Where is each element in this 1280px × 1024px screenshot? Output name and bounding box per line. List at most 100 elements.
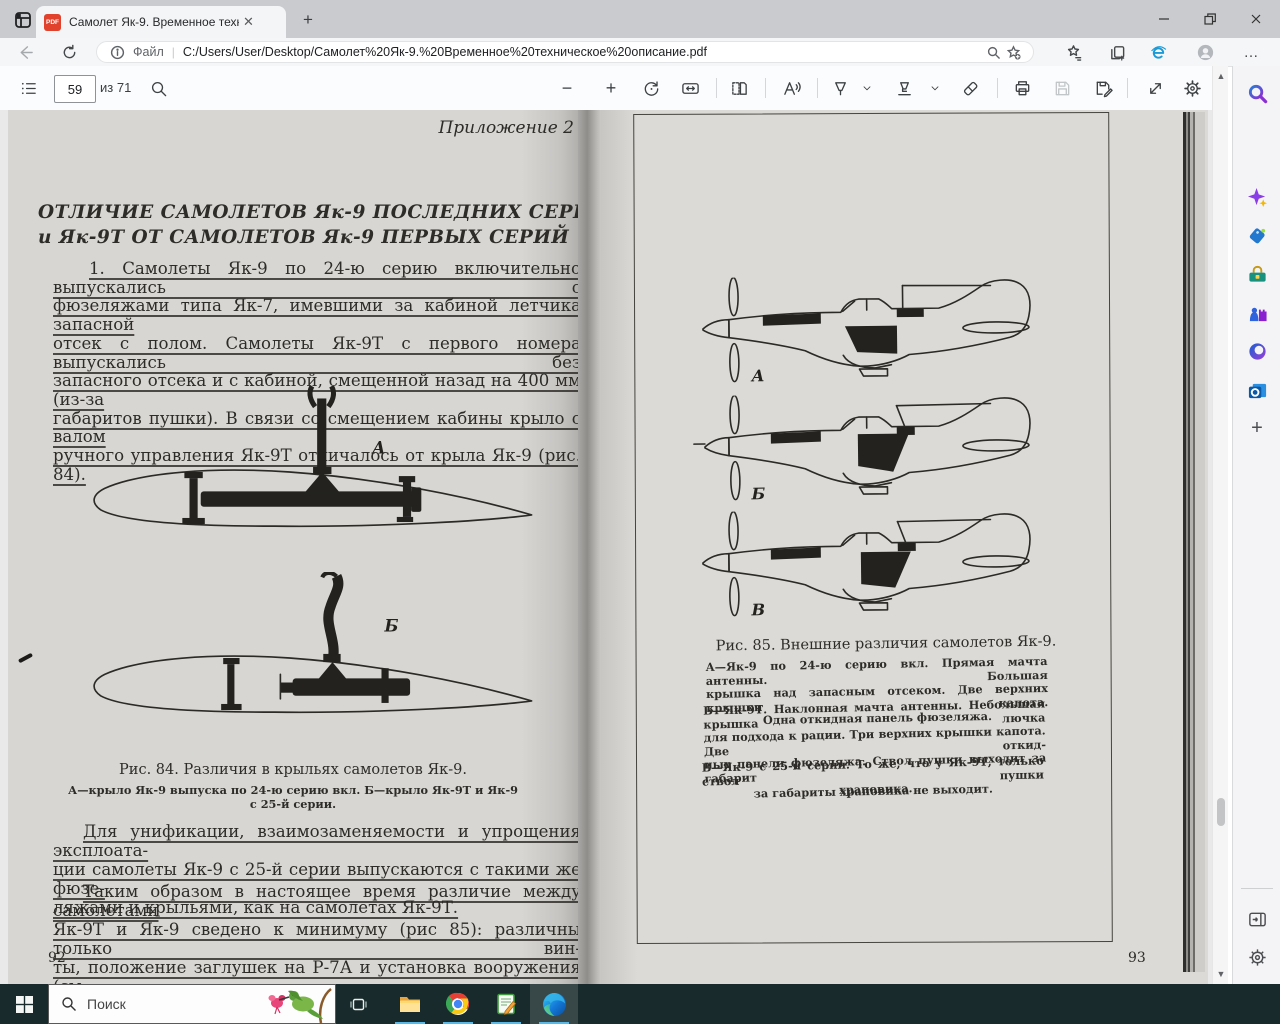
rotate-button[interactable] (637, 74, 665, 102)
task-view-button[interactable] (336, 984, 380, 1024)
close-icon (1251, 14, 1261, 24)
pdf-canvas: Приложение 2 ОТЛИЧИЕ САМОЛЕТОВ Як-9 ПОСЛ… (0, 110, 1212, 984)
pdf-search-button[interactable] (144, 74, 172, 102)
highlight-button[interactable] (890, 74, 918, 102)
taskbar-edge-button[interactable] (530, 984, 578, 1024)
fit-width-icon (681, 82, 699, 94)
read-aloud-icon (783, 81, 801, 95)
window-close-button[interactable] (1233, 0, 1279, 38)
page-info-button[interactable] (107, 42, 127, 62)
avatar (1197, 44, 1213, 60)
sidebar-divider (1241, 888, 1273, 889)
tab-close-icon[interactable]: ✕ (243, 14, 254, 30)
refresh-button[interactable] (58, 41, 80, 63)
new-tab-button[interactable]: + (296, 8, 320, 32)
sidebar-customize-button[interactable]: + (1246, 417, 1268, 439)
highlight-options-button[interactable] (924, 74, 946, 102)
draw-options-button[interactable] (856, 74, 878, 102)
scroll-up-arrow[interactable]: ▲ (1215, 70, 1227, 82)
browser-titlebar: PDF Самолет Як-9. Временное техни ✕ + (0, 0, 1280, 38)
figure-85-aircraft-b: Б (693, 394, 1031, 503)
scroll-down-arrow[interactable]: ▼ (1215, 968, 1227, 980)
page-view-button[interactable] (725, 74, 753, 102)
taskbar-file-explorer-button[interactable] (386, 984, 434, 1024)
sidebar-office-button[interactable] (1246, 340, 1268, 362)
browser-navbar: Файл | C:/Users/User/Desktop/Самолет%20Я… (0, 38, 1280, 67)
taskbar-document-app-button[interactable] (482, 984, 530, 1024)
toc-button[interactable] (14, 74, 42, 102)
taskbar-chrome-button[interactable] (434, 984, 482, 1024)
save-as-icon (1096, 81, 1113, 97)
browser-tab[interactable]: PDF Самолет Як-9. Временное техни ✕ (36, 6, 286, 38)
table-of-contents-icon (21, 82, 36, 94)
back-button[interactable] (14, 41, 36, 63)
toolbar-separator (765, 78, 766, 98)
hide-sidebar-icon (1248, 912, 1266, 926)
zoom-out-button[interactable]: − (553, 74, 581, 102)
refresh-icon (63, 44, 75, 58)
favorites-button[interactable] (1062, 41, 1084, 63)
page-number-input[interactable] (54, 75, 96, 103)
window-minimize-button[interactable] (1141, 0, 1187, 38)
plus-icon: + (605, 77, 617, 98)
toolbar-separator (1127, 78, 1128, 98)
url-divider: | (171, 45, 175, 59)
address-bar[interactable]: Файл | C:/Users/User/Desktop/Самолет%20Я… (96, 41, 1034, 63)
restore-icon (1204, 13, 1216, 25)
microsoft-365-icon (1248, 342, 1266, 360)
save-as-button[interactable] (1089, 74, 1117, 102)
sidebar-shopping-button[interactable] (1246, 224, 1268, 246)
window-restore-button[interactable] (1187, 0, 1233, 38)
scanned-page-left: Приложение 2 ОТЛИЧИЕ САМОЛЕТОВ Як-9 ПОСЛ… (8, 110, 608, 984)
gear-icon (1183, 79, 1201, 97)
start-button[interactable] (0, 984, 48, 1024)
toolbox-icon (1248, 265, 1266, 282)
search-highlight-bird-illustration (268, 988, 332, 1023)
add-favorite-button[interactable] (1003, 42, 1023, 62)
tab-actions-menu-button[interactable] (10, 7, 36, 33)
erase-button[interactable] (956, 74, 984, 102)
pdf-settings-button[interactable] (1178, 74, 1206, 102)
sidebar-discover-button[interactable] (1246, 186, 1268, 208)
aircraft-label-v: В (750, 600, 765, 619)
taskbar-search-box[interactable]: Поиск (48, 984, 336, 1024)
zoom-in-button[interactable]: + (597, 74, 625, 102)
fit-to-width-button[interactable] (676, 74, 704, 102)
sidebar-hide-button[interactable] (1246, 908, 1268, 930)
edge-icon (542, 992, 566, 1016)
figure-84-wing-b: Б (93, 572, 533, 714)
scrollbar-thumb[interactable] (1217, 798, 1225, 826)
collections-button[interactable] (1106, 41, 1128, 63)
vertical-scrollbar[interactable]: ▲ ▼ (1212, 66, 1228, 984)
sidebar-settings-button[interactable] (1246, 946, 1268, 968)
sparkle-icon (1247, 187, 1267, 207)
profile-button[interactable] (1194, 41, 1216, 63)
sidebar-games-button[interactable] (1246, 301, 1268, 323)
figure-84-subcaption: А—крыло Як-9 выпуска по 24-ю серию вкл. … (68, 783, 518, 811)
highlighter-icon (897, 81, 911, 95)
ie-mode-button[interactable] (1147, 41, 1169, 63)
back-arrow-icon (20, 45, 33, 59)
wing-label-b: Б (384, 616, 399, 635)
draw-button[interactable] (826, 74, 854, 102)
wing-label-a: А (371, 439, 385, 458)
settings-menu-button[interactable]: … (1240, 41, 1262, 63)
page-count-label: из 71 (100, 80, 132, 95)
search-icon (151, 81, 166, 96)
url-text[interactable]: C:/Users/User/Desktop/Самолет%20Як-9.%20… (183, 45, 983, 59)
fullscreen-button[interactable] (1141, 74, 1169, 102)
save-button[interactable] (1048, 74, 1076, 102)
collections-icon (1110, 45, 1124, 61)
ie-mode-icon (1150, 45, 1166, 59)
print-button[interactable] (1008, 74, 1036, 102)
sidebar-outlook-button[interactable] (1246, 379, 1268, 401)
find-on-page-button[interactable] (983, 42, 1003, 62)
page-number-right: 93 (1128, 950, 1146, 966)
tab-actions-icon (15, 12, 31, 28)
sidebar-tools-button[interactable] (1246, 263, 1268, 285)
read-aloud-button[interactable] (777, 74, 805, 102)
sidebar-search-button[interactable] (1246, 82, 1268, 104)
page-view-icon (731, 81, 747, 95)
search-icon (62, 997, 76, 1011)
eraser-icon (963, 81, 977, 95)
